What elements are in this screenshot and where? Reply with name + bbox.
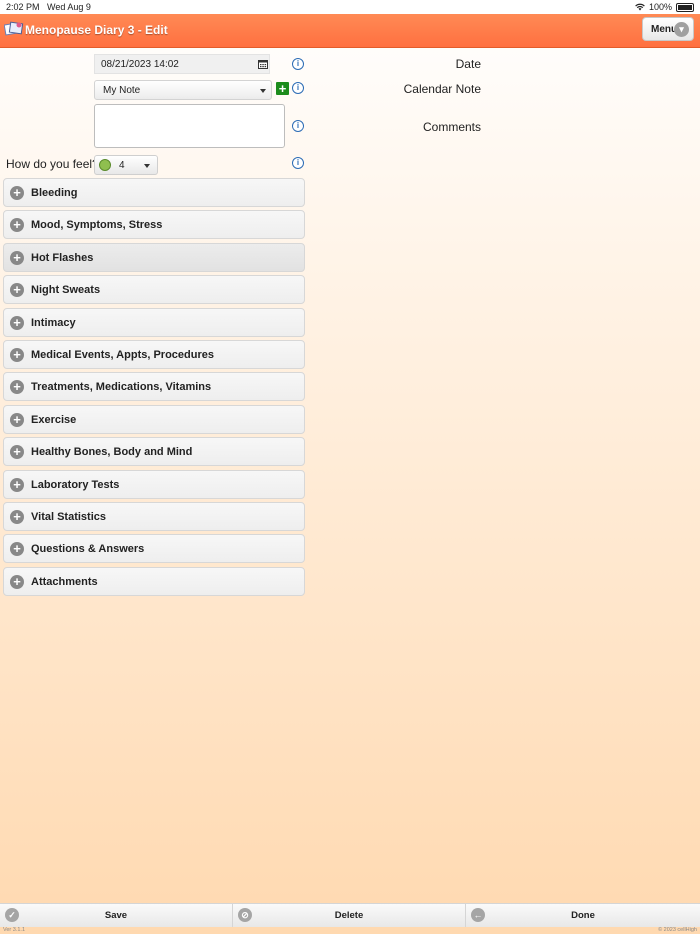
expand-plus-icon: +	[10, 186, 24, 200]
expand-plus-icon: +	[10, 283, 24, 298]
save-label: Save	[104, 910, 128, 921]
feel-info-icon[interactable]: i	[292, 157, 304, 169]
expand-plus-icon: +	[10, 218, 24, 233]
section-bleeding[interactable]: + Bleeding	[3, 178, 305, 207]
wifi-icon	[635, 3, 645, 11]
add-note-button[interactable]: +	[276, 82, 289, 95]
status-bar: 2:02 PM Wed Aug 9 100%	[0, 0, 700, 14]
section-attachments[interactable]: + Attachments	[3, 566, 305, 596]
chevron-down-icon: ▾	[674, 22, 689, 37]
calendar-note-value: My Note	[103, 85, 141, 96]
bottom-info-bar: Ver 3.1.1 © 2023 cellHigh	[0, 926, 700, 934]
calendar-note-info-icon[interactable]: i	[292, 82, 304, 94]
expand-plus-icon: +	[10, 380, 24, 395]
battery-icon	[676, 2, 694, 12]
section-label: Mood, Symptoms, Stress	[31, 219, 163, 232]
back-arrow-icon: ←	[471, 908, 485, 922]
menu-button[interactable]: Menu ▾	[642, 17, 694, 41]
expand-plus-icon: +	[10, 250, 24, 265]
section-hot-flashes[interactable]: + Hot Flashes	[3, 242, 305, 272]
version-text: Ver 3.1.1	[3, 927, 26, 933]
comments-info-icon[interactable]: i	[292, 120, 304, 132]
section-label: Intimacy	[31, 316, 76, 329]
date-field[interactable]: 08/21/2023 14:02	[94, 54, 270, 74]
section-label: Night Sweats	[31, 284, 101, 297]
page-title: Menopause Diary 3 - Edit	[25, 23, 168, 37]
feel-value: 4	[119, 160, 125, 171]
expand-plus-icon: +	[10, 477, 24, 492]
done-label: Done	[571, 910, 595, 921]
delete-button[interactable]: ⊘ Delete	[233, 904, 466, 927]
smiley-face-icon	[99, 159, 111, 171]
feel-select[interactable]: 4	[94, 155, 158, 175]
dropdown-caret-icon	[260, 89, 266, 93]
expand-plus-icon: +	[10, 574, 24, 589]
dropdown-caret-icon	[144, 164, 150, 168]
section-label: Laboratory Tests	[31, 478, 120, 491]
expand-plus-icon: +	[10, 445, 24, 460]
cancel-icon: ⊘	[238, 908, 252, 922]
section-mood[interactable]: + Mood, Symptoms, Stress	[3, 210, 305, 240]
battery-percent: 100%	[648, 2, 672, 12]
calendar-note-label: Calendar Note	[403, 82, 481, 96]
section-vital-statistics[interactable]: + Vital Statistics	[3, 501, 305, 531]
date-info-icon[interactable]: i	[292, 58, 304, 70]
expand-plus-icon: +	[10, 509, 24, 524]
section-healthy-bones[interactable]: + Healthy Bones, Body and Mind	[3, 437, 305, 467]
calendar-note-select[interactable]: My Note	[94, 80, 272, 100]
expand-plus-icon: +	[10, 412, 24, 427]
expand-plus-icon: +	[10, 315, 24, 330]
section-label: Medical Events, Appts, Procedures	[31, 348, 214, 361]
feel-label: How do you feel?	[6, 157, 99, 171]
delete-label: Delete	[334, 910, 364, 921]
section-label: Hot Flashes	[31, 251, 94, 264]
section-treatments[interactable]: + Treatments, Medications, Vitamins	[3, 372, 305, 402]
footer-toolbar: ✓ Save ⊘ Delete ← Done	[0, 903, 700, 927]
expand-plus-icon: +	[10, 347, 24, 362]
copyright-text: © 2023 cellHigh	[658, 927, 697, 933]
date-label: Date	[455, 57, 481, 71]
section-night-sweats[interactable]: + Night Sweats	[3, 275, 305, 305]
save-button[interactable]: ✓ Save	[0, 904, 233, 927]
section-label: Healthy Bones, Body and Mind	[31, 446, 193, 459]
section-questions-answers[interactable]: + Questions & Answers	[3, 534, 305, 564]
done-button[interactable]: ← Done	[466, 904, 700, 927]
section-label: Vital Statistics	[31, 510, 106, 523]
section-label: Bleeding	[31, 187, 78, 199]
sections-accordion: + Bleeding + Mood, Symptoms, Stress + Hot F…	[3, 178, 305, 599]
status-time: 2:02 PM Wed Aug 9	[6, 2, 91, 12]
section-medical-events[interactable]: + Medical Events, Appts, Procedures	[3, 339, 305, 369]
expand-plus-icon: +	[10, 542, 24, 557]
check-icon: ✓	[5, 908, 19, 922]
comments-field[interactable]	[94, 104, 285, 148]
section-label: Exercise	[31, 413, 77, 426]
section-label: Treatments, Medications, Vitamins	[31, 381, 212, 394]
section-exercise[interactable]: + Exercise	[3, 404, 305, 434]
section-lab-tests[interactable]: + Laboratory Tests	[3, 469, 305, 499]
comments-label: Comments	[422, 120, 481, 134]
section-label: Questions & Answers	[31, 543, 145, 556]
section-label: Attachments	[31, 575, 98, 588]
section-intimacy[interactable]: + Intimacy	[3, 307, 305, 337]
calendar-icon[interactable]	[258, 59, 268, 69]
app-logo-icon	[4, 21, 24, 36]
status-right: 100%	[635, 0, 694, 14]
app-header: Menopause Diary 3 - Edit Menu ▾	[0, 14, 700, 48]
